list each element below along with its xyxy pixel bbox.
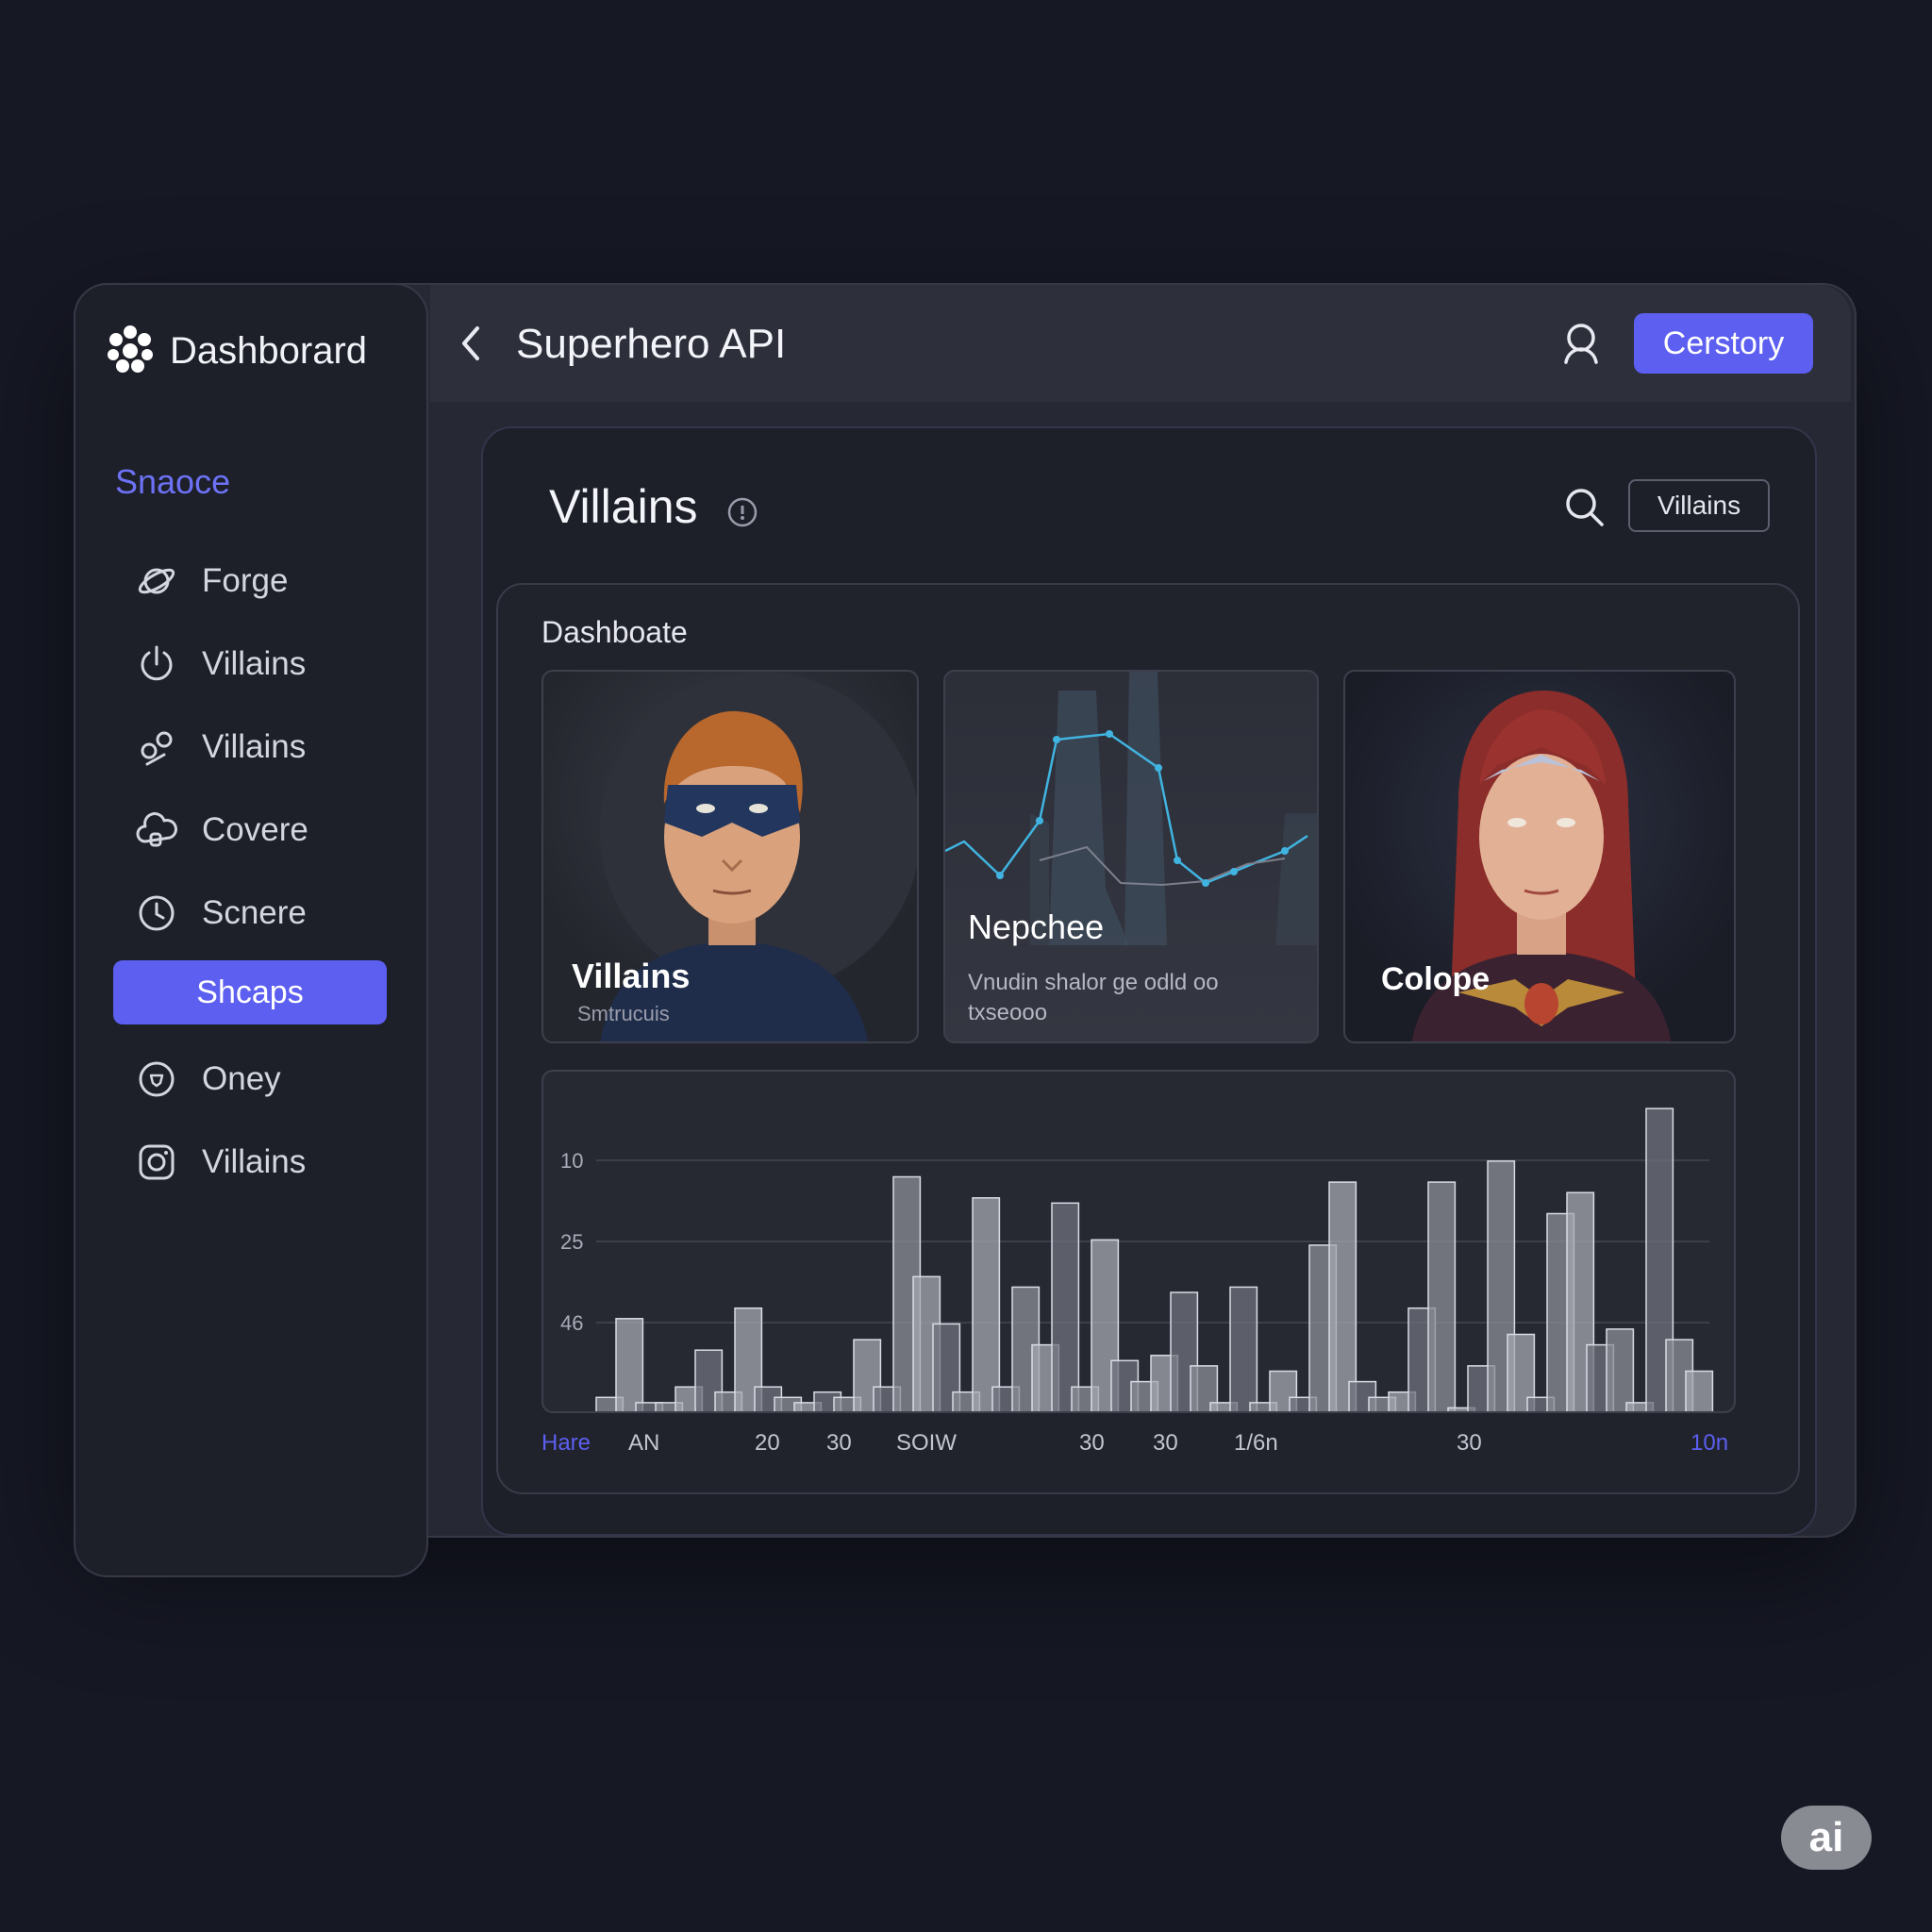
planet-icon bbox=[136, 560, 177, 602]
x-tick-label: 30 bbox=[1079, 1430, 1105, 1456]
sidebar-item-label: Covere bbox=[202, 811, 308, 848]
stats-card[interactable]: Nepchee Vnudin shalor ge odld oo txseooo bbox=[943, 670, 1319, 1043]
chart-bar bbox=[1606, 1328, 1635, 1411]
hero-card[interactable]: Villains Smtrucuis bbox=[541, 670, 919, 1043]
x-tick-label: 20 bbox=[755, 1430, 780, 1456]
shield-icon bbox=[136, 1058, 177, 1100]
chart-bar bbox=[1685, 1370, 1714, 1411]
sidebar-item-scnere[interactable]: Scnere bbox=[113, 872, 387, 955]
sidebar-item-label: Villains bbox=[202, 1143, 307, 1180]
villain-card[interactable]: Colope bbox=[1343, 670, 1736, 1043]
ai-badge: ai bbox=[1781, 1806, 1872, 1870]
x-tick-label: SOIW bbox=[896, 1430, 957, 1456]
panel-title: Villains bbox=[549, 480, 698, 533]
filter-button[interactable]: Villains bbox=[1628, 479, 1770, 532]
sidebar-item-label: Oney bbox=[202, 1060, 281, 1097]
paw-logo-icon bbox=[104, 323, 157, 380]
sidebar-item-covere[interactable]: Covere bbox=[113, 789, 387, 872]
x-tick-label: 30 bbox=[1457, 1430, 1482, 1456]
sidebar-item-label: Scnere bbox=[202, 894, 307, 931]
chart-bar bbox=[1328, 1181, 1357, 1411]
card-title: Colope bbox=[1381, 961, 1491, 997]
x-tick-label: 30 bbox=[1153, 1430, 1178, 1456]
sidebar-item-forge[interactable]: Forge bbox=[113, 540, 387, 623]
dashboard-section: Dashboate Villains Smtrucuis Nepchee Vnu… bbox=[496, 583, 1800, 1494]
sidebar-item-label: Forge bbox=[202, 562, 289, 599]
search-icon[interactable] bbox=[1564, 487, 1606, 533]
sidebar-item-villains[interactable]: Villains bbox=[113, 623, 387, 706]
y-tick-label: 46 bbox=[560, 1311, 583, 1335]
x-tick-label: 30 bbox=[826, 1430, 852, 1456]
x-tick-label: 1/6n bbox=[1234, 1430, 1278, 1456]
sidebar-item-label: Villains bbox=[202, 645, 307, 682]
card-subtitle: Smtrucuis bbox=[577, 1002, 670, 1025]
cloud-icon bbox=[136, 809, 177, 851]
sidebar-nav: Forge Villains Villains Covere Scnere Sh… bbox=[113, 540, 387, 1204]
chart-bar bbox=[1051, 1202, 1080, 1411]
card-title: Villains bbox=[572, 957, 691, 995]
sidebar-item-shcaps[interactable]: Shcaps bbox=[113, 960, 387, 1024]
sidebar-section-label: Snaoce bbox=[115, 462, 231, 501]
chart-bar bbox=[1229, 1286, 1258, 1411]
sidebar: Dashborard Snaoce Forge Villains Villain… bbox=[74, 283, 428, 1577]
primary-action-button[interactable]: Cerstory bbox=[1634, 313, 1813, 374]
bar-chart-svg: 10 25 46 bbox=[560, 1108, 1714, 1411]
sidebar-item-villains-3[interactable]: Villains bbox=[113, 1121, 387, 1204]
back-chevron-icon[interactable] bbox=[458, 325, 481, 367]
x-axis-labels: Hare AN 20 30 SOIW 30 30 1/6n 30 10n bbox=[541, 1430, 1736, 1468]
chart-bar bbox=[615, 1318, 644, 1411]
y-tick-label: 10 bbox=[560, 1149, 583, 1173]
top-bar: Superhero API Cerstory bbox=[430, 285, 1851, 402]
x-tick-label: Hare bbox=[541, 1430, 591, 1456]
page-title: Superhero API bbox=[516, 321, 787, 367]
bar-chart: 10 25 46 bbox=[541, 1070, 1736, 1413]
sidebar-item-villains-2[interactable]: Villains bbox=[113, 706, 387, 789]
villains-panel: Villains Villains Dashboate Villains Smt… bbox=[481, 426, 1817, 1536]
brand[interactable]: Dashborard bbox=[104, 323, 367, 380]
y-tick-label: 25 bbox=[560, 1230, 583, 1254]
brand-title: Dashborard bbox=[170, 330, 368, 372]
x-tick-label: 10n bbox=[1690, 1430, 1729, 1456]
camera-icon bbox=[136, 1141, 177, 1183]
card-subtitle: Vnudin shalor ge odld oo txseooo bbox=[968, 970, 1219, 1025]
card-title: Nepchee bbox=[968, 908, 1105, 946]
sidebar-item-label: Villains bbox=[202, 728, 307, 765]
sidebar-item-oney[interactable]: Oney bbox=[113, 1038, 387, 1121]
clock-icon bbox=[136, 892, 177, 934]
link-icon bbox=[136, 726, 177, 768]
search-icon[interactable] bbox=[1560, 321, 1606, 371]
info-icon[interactable] bbox=[726, 496, 758, 533]
x-tick-label: AN bbox=[628, 1430, 660, 1456]
section-title: Dashboate bbox=[541, 615, 688, 649]
sidebar-item-label: Shcaps bbox=[196, 974, 304, 1010]
chart-bar bbox=[1427, 1181, 1457, 1411]
chart-bar bbox=[972, 1197, 1001, 1411]
power-icon bbox=[136, 643, 177, 685]
